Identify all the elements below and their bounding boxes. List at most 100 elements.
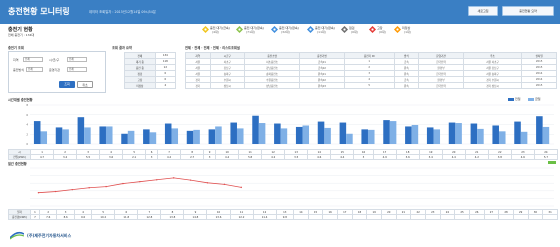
table-cell: 완속 xyxy=(393,82,420,89)
data-cell: 4.4 xyxy=(441,154,466,160)
bar-prev xyxy=(514,121,521,144)
bar-prev xyxy=(448,122,456,144)
bar-today xyxy=(302,125,310,144)
daily-line-chart xyxy=(30,167,554,207)
y-tick-label: 6 xyxy=(26,113,28,117)
bar-prev xyxy=(274,123,281,144)
bar-prev xyxy=(361,129,368,144)
bar-today xyxy=(215,126,222,144)
y-tick-label: 4 xyxy=(26,123,28,127)
refresh-button[interactable]: 새로고침 xyxy=(468,6,498,16)
bar-today xyxy=(411,124,419,144)
operator-select[interactable]: 전체 xyxy=(67,67,87,72)
bar-today xyxy=(477,128,484,144)
data-cell: 4.7 xyxy=(29,154,55,160)
value-cell xyxy=(439,214,456,220)
bar-prev xyxy=(121,133,128,144)
value-cell xyxy=(512,214,529,220)
value-cell xyxy=(395,214,412,220)
reset-button[interactable]: 취소 xyxy=(77,81,93,88)
bar-today xyxy=(193,129,200,144)
data-cell: 3 xyxy=(145,154,159,160)
bar-prev xyxy=(383,120,390,144)
status-legend-count: (0대) xyxy=(379,30,387,34)
bar-today xyxy=(280,128,288,144)
bar-today xyxy=(346,133,353,144)
search-label-operator: 운영기관 xyxy=(49,68,61,72)
bar-today xyxy=(258,123,266,144)
daily-point xyxy=(71,188,73,191)
data-cell: 4.4 xyxy=(215,154,240,160)
legend-today-label: 금일 xyxy=(535,97,541,101)
charger-status-title: 충전기 현황 xyxy=(8,27,33,33)
data-cell: 3.5 xyxy=(284,154,309,160)
search-label-region: 지역 xyxy=(13,58,19,62)
data-cell: 4.6 xyxy=(510,154,535,160)
search-button[interactable]: 조회 xyxy=(59,81,75,88)
bar-today xyxy=(149,132,157,144)
status-diamond-icon xyxy=(341,26,348,33)
value-cell xyxy=(351,214,368,220)
table-cell: 경기 성남시 xyxy=(462,82,523,89)
table-cell: 성남시 xyxy=(209,82,246,89)
bar-prev xyxy=(55,127,63,144)
bar-prev xyxy=(230,122,237,144)
bar-prev xyxy=(143,129,150,144)
value-cell: 11.4 xyxy=(252,214,277,220)
row-label: 충전량(kWh) xyxy=(8,214,31,220)
daily-point xyxy=(122,182,124,185)
app-title: 충전현황 모니터링 xyxy=(8,7,70,16)
bar-today xyxy=(389,121,397,144)
search-label-city: 시/군/구 xyxy=(49,58,60,62)
status-diamond-icon xyxy=(202,26,209,33)
legend-prev-swatch xyxy=(508,98,514,101)
status-legend-count: (71대) xyxy=(246,30,255,34)
daily-point xyxy=(139,180,141,183)
data-cell: 5.8 xyxy=(238,154,263,160)
value-cell: 8.6 xyxy=(56,214,75,220)
table-row[interactable]: 경기 성남시 성남충전소 완속03 5 완속 한국전력 경기 성남시 2015 xyxy=(185,82,557,89)
summary-button[interactable]: 충전현황 요약 xyxy=(502,6,554,16)
type-select[interactable]: 전체 xyxy=(26,67,43,72)
summary-section-title: 조회 결과 요약 xyxy=(112,46,132,50)
summary-row: 미정상 4 xyxy=(124,82,177,89)
table-cell: 완속03 xyxy=(299,82,345,89)
row-label: 전일(kWh) xyxy=(8,154,31,160)
data-cell: 3 xyxy=(353,154,374,160)
bar-today xyxy=(127,130,135,144)
status-legend-count: (11대) xyxy=(317,30,326,34)
value-cell: 9.6 xyxy=(73,214,93,220)
hourly-bar-chart: 0 2 4 6 8 xyxy=(26,103,554,146)
bar-today xyxy=(171,128,179,144)
bar-prev xyxy=(295,126,303,144)
legend-prev-label: 전일 xyxy=(515,97,521,101)
region-select[interactable]: 전체 xyxy=(23,57,43,62)
daily-series-line xyxy=(38,177,242,194)
bar-today xyxy=(455,123,462,144)
hourly-data-table: 시 1 2 3 4 5 6 7 8 9 10 11 12 13 14 15 16 17 18 19 20 21 22 23 24… xyxy=(8,149,559,160)
bar-prev xyxy=(317,121,325,144)
data-cell: 2.1 xyxy=(122,154,147,160)
value-cell xyxy=(483,214,500,220)
value-cell: 7 xyxy=(29,214,41,220)
y-tick-label: 2 xyxy=(26,132,28,136)
daily-point xyxy=(172,177,175,179)
value-cell: 10.2 xyxy=(91,214,116,220)
bar-today xyxy=(498,131,506,144)
top-header: 충전현황 모니터링 데이터 조회일자 : 2015년12월14일 09시54분 … xyxy=(0,0,560,24)
daily-point xyxy=(37,192,40,194)
status-legend-count: (1대) xyxy=(404,30,412,34)
bar-today xyxy=(84,127,91,144)
table-cell: 한국전력 xyxy=(418,82,464,89)
data-datetime: 데이터 조회일자 : 2015년12월14일 09시54분 xyxy=(89,10,156,14)
bar-prev xyxy=(405,126,412,144)
city-select[interactable]: 전체 xyxy=(67,57,87,62)
list-section-title: 전체 · 전체 · 전체 · 전체 · 리스트조회설 xyxy=(185,46,240,50)
status-diamond-icon xyxy=(271,26,278,33)
data-cell: 3.6 xyxy=(395,154,420,160)
value-cell xyxy=(336,214,353,220)
data-cell: 3.6 xyxy=(99,154,124,160)
data-cell: 3.8 xyxy=(487,154,512,160)
bar-today xyxy=(520,131,528,144)
value-cell: 7.6 xyxy=(39,214,58,220)
